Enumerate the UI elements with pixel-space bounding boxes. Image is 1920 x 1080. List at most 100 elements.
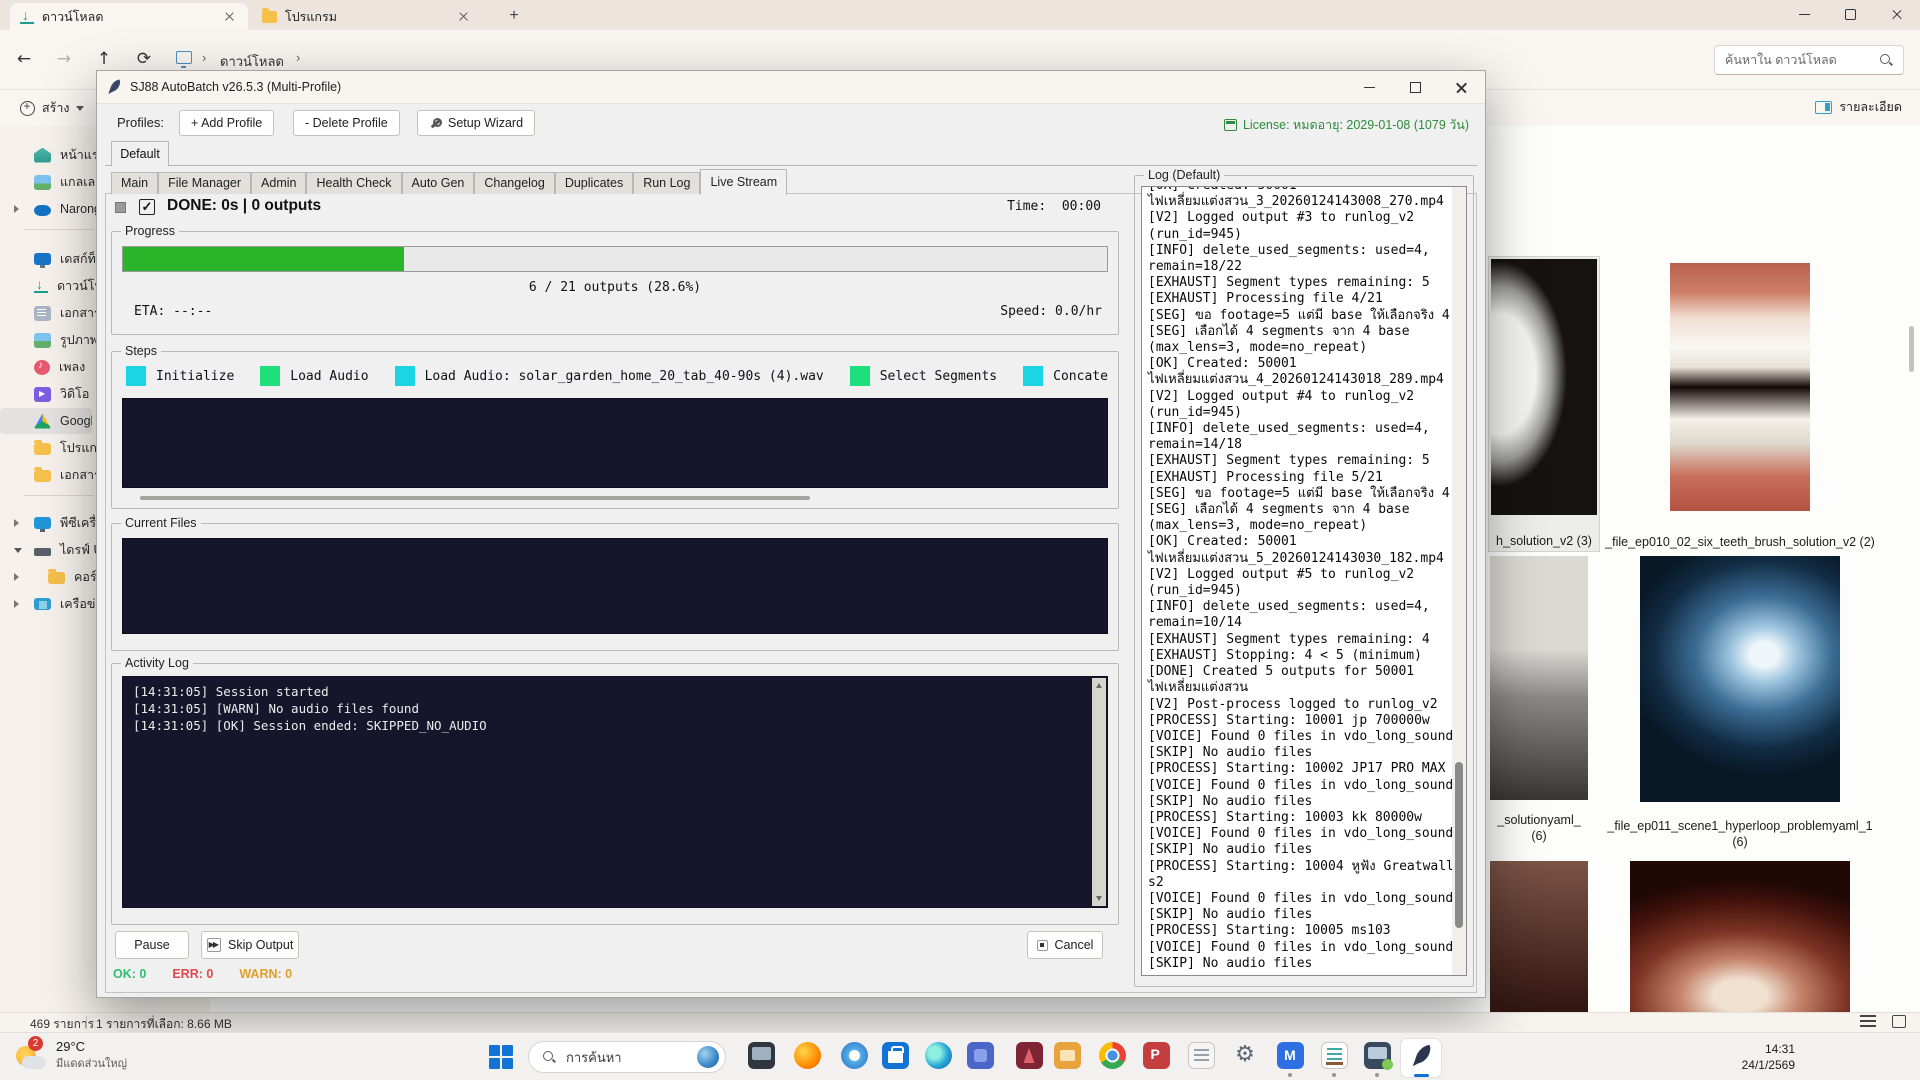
- tab-close-icon[interactable]: [222, 9, 238, 25]
- weather-desc: มีแดดส่วนใหญ่: [56, 1054, 127, 1072]
- tab-auto-gen[interactable]: Auto Gen: [402, 172, 475, 194]
- new-tab-button[interactable]: +: [505, 8, 523, 26]
- notes-app-icon[interactable]: [1181, 1039, 1221, 1077]
- tab-live-stream[interactable]: Live Stream: [700, 169, 787, 195]
- log-line: ไฟเหลี่ยมแต่งสวน_5_20260124143030_182.mp…: [1148, 551, 1448, 567]
- profile-tab-default[interactable]: Default: [111, 141, 169, 166]
- notepad-icon[interactable]: [1314, 1039, 1354, 1077]
- refresh-icon[interactable]: ⟳: [132, 48, 156, 72]
- chrome-icon[interactable]: [1092, 1039, 1132, 1077]
- scroll-down-icon[interactable]: [1096, 896, 1102, 901]
- sidebar-item-Google[interactable]: Google: [0, 408, 92, 434]
- log-scrollbar[interactable]: [1452, 187, 1466, 975]
- tab-close-icon[interactable]: [456, 9, 472, 25]
- explorer-tab-downloads[interactable]: ดาวน์โหลด: [10, 3, 248, 30]
- breadcrumb[interactable]: ดาวน์โหลด: [220, 51, 284, 72]
- system-monitor-icon[interactable]: [741, 1039, 781, 1077]
- start-button[interactable]: [489, 1045, 513, 1069]
- log-line: [V2] Logged output #5 to runlog_v2: [1148, 567, 1448, 583]
- red-app-icon[interactable]: [1009, 1039, 1049, 1077]
- log-line: [SKIP] No audio files: [1148, 956, 1448, 972]
- calendar-icon: [1224, 119, 1237, 131]
- amber-app-icon[interactable]: [1047, 1039, 1087, 1077]
- sidebar-item-label: รูปภาพ: [60, 330, 98, 350]
- skip-output-button[interactable]: ▶▶Skip Output: [201, 931, 299, 959]
- tab-run-log[interactable]: Run Log: [633, 172, 700, 194]
- chevron-right-icon[interactable]: [14, 573, 19, 581]
- scroll-up-icon[interactable]: [1096, 683, 1102, 688]
- details-pane-button[interactable]: รายละเอียด: [1815, 97, 1902, 117]
- chevron-right-icon[interactable]: [14, 519, 19, 527]
- steps-group: Steps InitializeLoad AudioLoad Audio: so…: [111, 351, 1119, 509]
- maximize-button[interactable]: [1828, 0, 1874, 30]
- log-group-label: Log (Default): [1144, 168, 1224, 182]
- remote-desktop-icon[interactable]: [1357, 1039, 1397, 1077]
- weather-widget[interactable]: 2 29°C มีแดดส่วนใหญ่: [14, 1038, 127, 1072]
- log-textarea[interactable]: [OK] Created: 50001ไฟเหลี่ยมแต่งสวน_3_20…: [1141, 186, 1467, 976]
- file-item[interactable]: _file_ep010_02_six_teeth_brush_solution_…: [1604, 258, 1876, 552]
- activity-scrollbar[interactable]: [1092, 678, 1106, 906]
- edge-icon[interactable]: [918, 1039, 958, 1077]
- settings-gear-icon[interactable]: ⚙: [1225, 1039, 1265, 1077]
- stop-icon[interactable]: [115, 202, 126, 213]
- step-chip: Concatenate: 4 segments: [1023, 366, 1108, 386]
- taskbar: 2 29°C มีแดดส่วนใหญ่ การค้นหา ⚙M 14:31 2…: [0, 1032, 1920, 1080]
- taskbar-search-input[interactable]: การค้นหา: [528, 1041, 726, 1073]
- tab-duplicates[interactable]: Duplicates: [555, 172, 633, 194]
- add-profile-button[interactable]: + Add Profile: [179, 110, 274, 136]
- vertical-scrollbar[interactable]: [1909, 326, 1914, 372]
- tab-file-manager[interactable]: File Manager: [158, 172, 251, 194]
- log-line: [PROCESS] Starting: 10003 kk 80000w: [1148, 810, 1448, 826]
- app-close-button[interactable]: [1439, 71, 1485, 104]
- tab-health-check[interactable]: Health Check: [306, 172, 401, 194]
- file-item[interactable]: h_solution_v2 (3): [1488, 256, 1600, 552]
- log-line: (run_id=945): [1148, 583, 1448, 599]
- log-line: [SEG] เลือกได้ 4 segments จาก 4 base: [1148, 502, 1448, 518]
- new-item-button[interactable]: สร้าง: [12, 95, 92, 121]
- explorer-tab-strip: ดาวน์โหลด โปรแกรม +: [0, 0, 1920, 30]
- teams-icon[interactable]: [960, 1039, 1000, 1077]
- photos-icon[interactable]: [834, 1039, 874, 1077]
- firefox-icon[interactable]: [787, 1039, 827, 1077]
- blue-m-app-icon[interactable]: M: [1270, 1039, 1310, 1077]
- file-thumbnail: [1670, 263, 1810, 511]
- setup-wizard-button[interactable]: Setup Wizard: [417, 110, 535, 136]
- minimize-button[interactable]: [1782, 0, 1828, 30]
- delete-profile-button[interactable]: - Delete Profile: [293, 110, 400, 136]
- chevron-down-icon[interactable]: [14, 548, 22, 553]
- cancel-button[interactable]: Cancel: [1027, 931, 1103, 959]
- pause-button[interactable]: Pause: [115, 931, 189, 959]
- presentation-app-icon[interactable]: [1136, 1039, 1176, 1077]
- up-icon[interactable]: ↑: [92, 48, 116, 72]
- app-title-bar[interactable]: SJ88 AutoBatch v26.5.3 (Multi-Profile): [97, 71, 1485, 104]
- log-scroll-thumb[interactable]: [1455, 762, 1463, 927]
- app-minimize-button[interactable]: [1347, 71, 1393, 104]
- file-item[interactable]: _file_ep011_scene1_hyperloop_problemyaml…: [1604, 554, 1876, 854]
- tab-changelog[interactable]: Changelog: [474, 172, 554, 194]
- back-icon[interactable]: ←: [12, 48, 36, 72]
- tab-main[interactable]: Main: [111, 172, 158, 194]
- tab-admin[interactable]: Admin: [251, 172, 306, 194]
- done-checkbox[interactable]: ✓: [139, 199, 155, 215]
- chevron-right-icon[interactable]: [14, 600, 19, 608]
- forward-icon[interactable]: →: [52, 48, 76, 72]
- file-name: _file_ep010_02_six_teeth_brush_solution_…: [1604, 534, 1876, 550]
- app-maximize-button[interactable]: [1393, 71, 1439, 104]
- autobatch-feather-icon[interactable]: [1401, 1039, 1441, 1077]
- thumbnail-view-icon[interactable]: [1892, 1015, 1906, 1028]
- horizontal-scrollbar[interactable]: [140, 496, 810, 500]
- explorer-tab-programs[interactable]: โปรแกรม: [252, 3, 482, 30]
- list-view-icon[interactable]: [1860, 1015, 1876, 1029]
- taskbar-clock[interactable]: 14:31 24/1/2569: [1700, 1041, 1795, 1073]
- close-button[interactable]: [1874, 0, 1920, 30]
- control-buttons-row: Pause ▶▶Skip Output Cancel: [111, 931, 1119, 961]
- file-item[interactable]: _solutionyaml_ (6): [1488, 554, 1590, 846]
- log-line: [EXHAUST] Segment types remaining: 5: [1148, 453, 1448, 469]
- log-line: [VOICE] Found 0 files in vdo_long_sound/: [1148, 778, 1448, 794]
- microsoft-store-icon[interactable]: [875, 1039, 915, 1077]
- progress-fill: [123, 247, 404, 271]
- explorer-search-input[interactable]: ค้นหาใน ดาวน์โหลด: [1714, 45, 1904, 75]
- taskbar-search-label: การค้นหา: [566, 1047, 622, 1068]
- chevron-right-icon[interactable]: [14, 205, 19, 213]
- activity-line: [14:31:05] Session started: [133, 683, 1081, 700]
